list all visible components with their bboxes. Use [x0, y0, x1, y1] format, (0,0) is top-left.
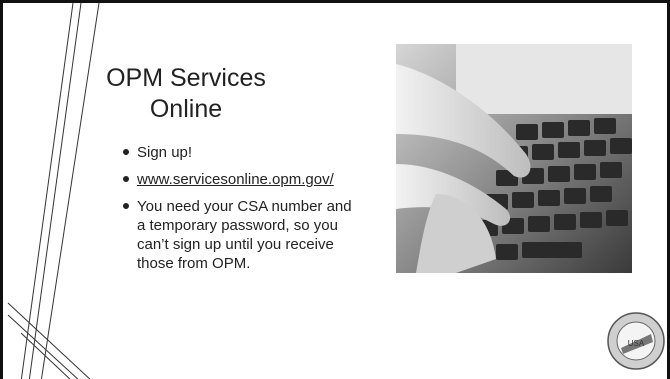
bullet-item: You need your CSA number and a temporary… — [123, 197, 363, 273]
bullet-item-link[interactable]: www.servicesonline.opm.gov/ — [123, 170, 363, 189]
svg-text:USA: USA — [628, 339, 645, 348]
keyboard-photo — [396, 44, 632, 273]
bullet-item: Sign up! — [123, 143, 363, 162]
slide: OPM Services Online Sign up! www.service… — [0, 0, 670, 379]
slide-title: OPM Services Online — [106, 64, 266, 123]
bullet-list: Sign up! www.servicesonline.opm.gov/ You… — [123, 143, 363, 281]
nalc-seal-logo: USA — [607, 312, 665, 370]
bullet-text: You need your CSA number and a temporary… — [137, 198, 352, 272]
bullet-text: Sign up! — [137, 144, 193, 161]
services-link[interactable]: www.servicesonline.opm.gov/ — [137, 171, 334, 188]
